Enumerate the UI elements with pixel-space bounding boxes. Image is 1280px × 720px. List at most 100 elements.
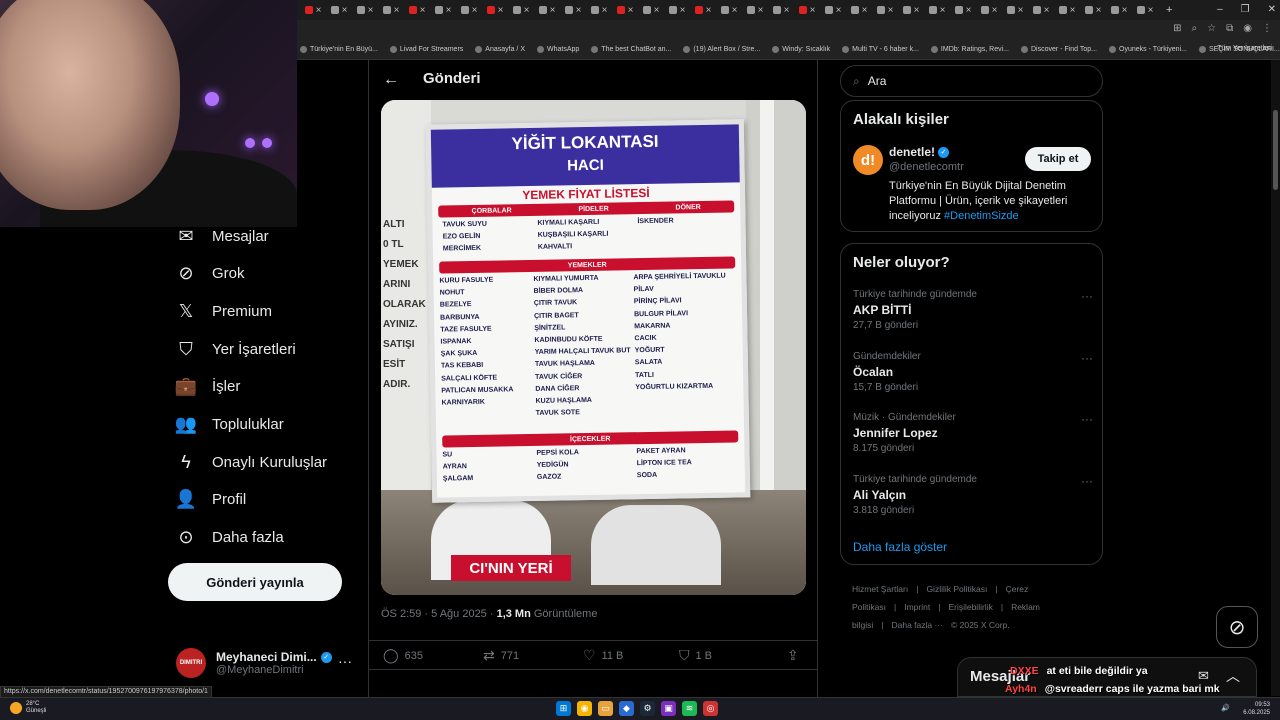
- browser-tab[interactable]: ×: [742, 2, 768, 18]
- browser-tab[interactable]: ×: [664, 2, 690, 18]
- back-arrow-icon[interactable]: ←: [381, 70, 401, 90]
- close-window-icon[interactable]: ✕: [1268, 0, 1276, 20]
- spotify-icon[interactable]: ≋: [682, 701, 697, 716]
- browser-tab[interactable]: ×: [1002, 2, 1028, 18]
- reply-action[interactable]: ◯ 635: [383, 647, 423, 664]
- bookmark-item[interactable]: Multi TV - 6 haber k...: [842, 46, 919, 53]
- more-icon[interactable]: ···: [1081, 289, 1093, 303]
- close-tab-icon[interactable]: ×: [498, 5, 504, 16]
- browser-tab[interactable]: ×: [976, 2, 1002, 18]
- close-tab-icon[interactable]: ×: [368, 5, 374, 16]
- close-tab-icon[interactable]: ×: [888, 5, 894, 16]
- close-tab-icon[interactable]: ×: [966, 5, 972, 16]
- browser-tab[interactable]: ×: [638, 2, 664, 18]
- grok-icon[interactable]: ⊘: [1216, 606, 1258, 648]
- browser-tab[interactable]: ×: [846, 2, 872, 18]
- browser-tab[interactable]: ×: [872, 2, 898, 18]
- more-icon[interactable]: ···: [338, 653, 352, 669]
- hashtag-link[interactable]: #DenetimSizde: [944, 210, 1019, 222]
- trend-item[interactable]: Gündemdekiler Öcalan 15,7 B gönderi ···: [853, 351, 1093, 401]
- close-tab-icon[interactable]: ×: [1122, 5, 1128, 16]
- windows-start-icon[interactable]: ⊞: [556, 701, 571, 716]
- close-tab-icon[interactable]: ×: [654, 5, 660, 16]
- browser-tab[interactable]: ×: [1054, 2, 1080, 18]
- steam-icon[interactable]: ⚙: [640, 701, 655, 716]
- retweet-action[interactable]: ⇄ 771: [483, 647, 519, 664]
- footer-link[interactable]: Imprint: [904, 602, 930, 612]
- search-box[interactable]: ⌕ Ara: [840, 65, 1103, 97]
- scrollbar[interactable]: [1271, 60, 1280, 696]
- browser-tab[interactable]: ×: [352, 2, 378, 18]
- nav-item-yer-i-şaretleri[interactable]: ⛉ Yer İşaretleri: [176, 334, 295, 364]
- close-tab-icon[interactable]: ×: [394, 5, 400, 16]
- close-tab-icon[interactable]: ×: [940, 5, 946, 16]
- close-tab-icon[interactable]: ×: [342, 5, 348, 16]
- browser-tab[interactable]: ×: [690, 2, 716, 18]
- nav-item-profil[interactable]: 👤 Profil: [175, 485, 246, 515]
- more-icon[interactable]: ···: [1081, 412, 1093, 426]
- close-tab-icon[interactable]: ×: [732, 5, 738, 16]
- footer-link[interactable]: © 2025 X Corp.: [951, 620, 1010, 630]
- footer-link[interactable]: Gizlilik Politikası: [926, 584, 987, 594]
- trend-item[interactable]: Türkiye tarihinde gündemde AKP BİTTİ 27,7 …: [853, 289, 1093, 339]
- more-icon[interactable]: ···: [1081, 474, 1093, 488]
- browser-tab[interactable]: ×: [404, 2, 430, 18]
- browser-tab[interactable]: ×: [1080, 2, 1106, 18]
- close-tab-icon[interactable]: ×: [628, 5, 634, 16]
- close-tab-icon[interactable]: ×: [914, 5, 920, 16]
- new-tab-button[interactable]: +: [1166, 4, 1172, 16]
- nav-item-i-şler[interactable]: 💼 İşler: [175, 372, 241, 402]
- browser-tab[interactable]: ×: [898, 2, 924, 18]
- close-tab-icon[interactable]: ×: [576, 5, 582, 16]
- clock[interactable]: 09:53 6.08.2025: [1243, 701, 1270, 717]
- avatar[interactable]: d!: [853, 145, 883, 175]
- browser-tab[interactable]: ×: [378, 2, 404, 18]
- close-tab-icon[interactable]: ×: [810, 5, 816, 16]
- scrollbar-thumb[interactable]: [1273, 110, 1278, 190]
- close-tab-icon[interactable]: ×: [524, 5, 530, 16]
- browser-tab[interactable]: ×: [1132, 2, 1158, 18]
- user-name[interactable]: denetle! ✓: [889, 145, 950, 159]
- zoom-icon[interactable]: ⌕: [1192, 23, 1198, 34]
- maximize-icon[interactable]: ❐: [1241, 0, 1250, 20]
- weather-widget[interactable]: 28°C Güneşli: [10, 701, 46, 715]
- close-tab-icon[interactable]: ×: [1148, 5, 1154, 16]
- browser-tab[interactable]: ×: [768, 2, 794, 18]
- footer-link[interactable]: Daha fazla ···: [891, 620, 943, 630]
- bookmark-item[interactable]: IMDb: Ratings, Revi...: [930, 46, 1009, 53]
- app-icon[interactable]: ◆: [619, 701, 634, 716]
- share-action[interactable]: ⇪: [787, 647, 799, 664]
- browser-tab[interactable]: ×: [794, 2, 820, 18]
- speaker-icon[interactable]: 🔊: [1221, 704, 1230, 712]
- bookmark-item[interactable]: Discover - Find Top...: [1021, 46, 1097, 53]
- bookmark-item[interactable]: Windy: Sıcaklık: [772, 46, 830, 53]
- star-icon[interactable]: ☆: [1207, 23, 1216, 34]
- post-photo[interactable]: ALTI 0 TL YEMEK ARINI OLARAK AYINIZ. SATIŞI ESİ…: [381, 100, 806, 595]
- close-tab-icon[interactable]: ×: [316, 5, 322, 16]
- browser-tab[interactable]: ×: [534, 2, 560, 18]
- browser-tab[interactable]: ×: [508, 2, 534, 18]
- close-tab-icon[interactable]: ×: [758, 5, 764, 16]
- close-tab-icon[interactable]: ×: [784, 5, 790, 16]
- trend-item[interactable]: Müzik · Gündemdekiler Jennifer Lopez 8.175…: [853, 412, 1093, 462]
- nav-item-premium[interactable]: 𝕏 Premium: [176, 296, 272, 326]
- account-switcher[interactable]: DIMITRI Meyhaneci Dimi... ✓ @MeyhaneDimit…: [176, 645, 366, 681]
- bookmark-item[interactable]: Anasayfa / X: [475, 46, 525, 53]
- browser-tab[interactable]: ×: [560, 2, 586, 18]
- heart-action[interactable]: ♡ 11 B: [583, 647, 623, 664]
- browser-tab[interactable]: ×: [716, 2, 742, 18]
- browser-tab[interactable]: ×: [430, 2, 456, 18]
- twitch-icon[interactable]: ▣: [661, 701, 676, 716]
- trend-item[interactable]: Türkiye tarihinde gündemde Ali Yalçın 3.81…: [853, 474, 1093, 524]
- browser-tab[interactable]: ×: [300, 2, 326, 18]
- search-input[interactable]: Ara: [868, 74, 887, 88]
- bookmark-item[interactable]: Oyuneks - Türkiyeni...: [1109, 46, 1187, 53]
- close-tab-icon[interactable]: ×: [550, 5, 556, 16]
- nav-item-topluluklar[interactable]: 👥 Topluluklar: [175, 410, 284, 440]
- all-bookmarks[interactable]: Tüm Yer İşaretleri: [1217, 45, 1272, 52]
- browser-tab[interactable]: ×: [1028, 2, 1054, 18]
- bookmark-item[interactable]: Türkiye'nin En Büyü...: [300, 46, 378, 53]
- close-tab-icon[interactable]: ×: [602, 5, 608, 16]
- close-tab-icon[interactable]: ×: [1018, 5, 1024, 16]
- close-tab-icon[interactable]: ×: [836, 5, 842, 16]
